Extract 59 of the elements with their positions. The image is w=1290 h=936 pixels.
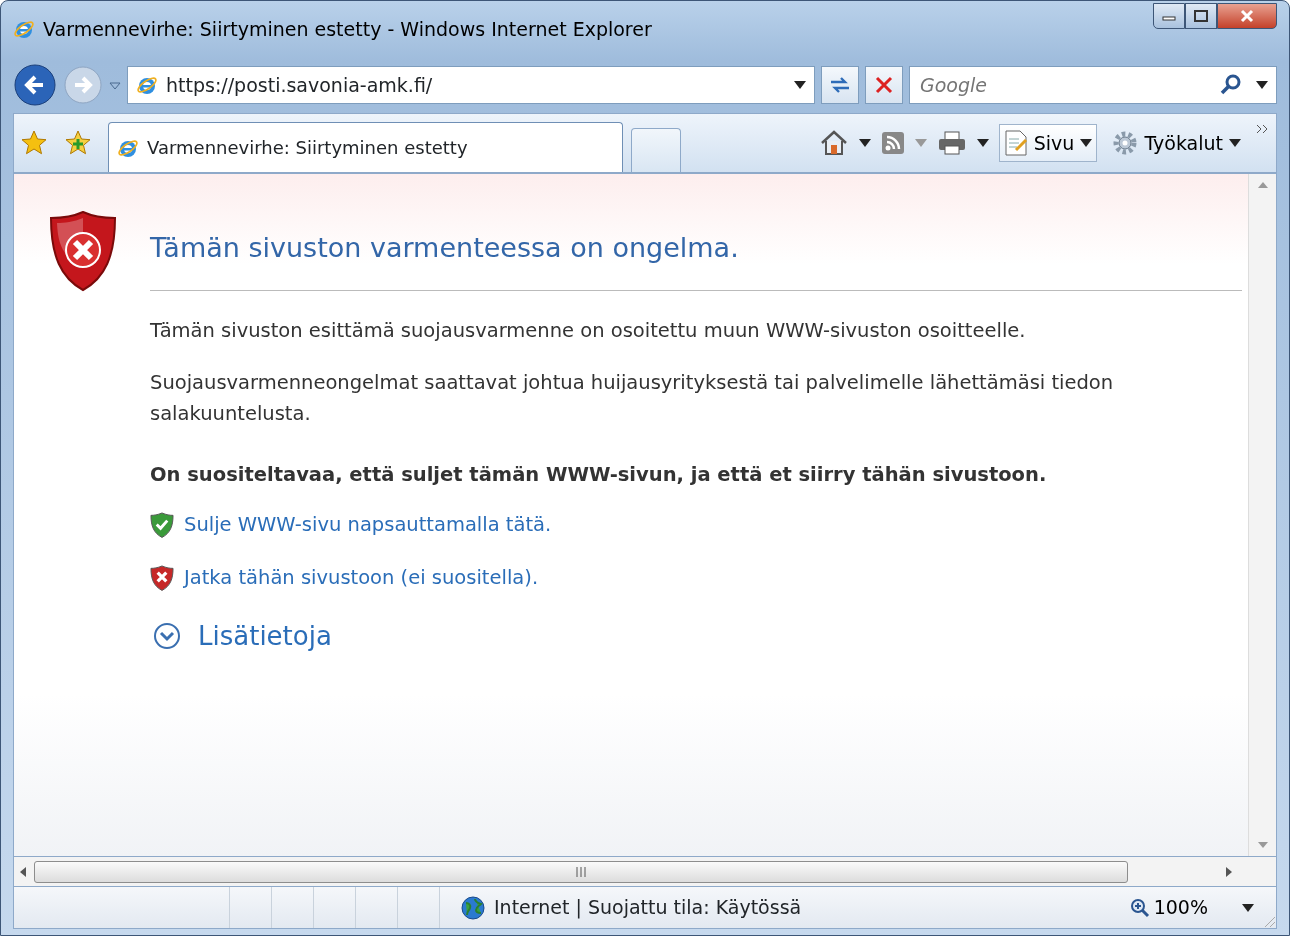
vertical-scrollbar[interactable]: [1248, 174, 1276, 856]
stop-icon: [875, 76, 893, 94]
paragraph: Suojausvarmenneongelmat saattavat johtua huijausyrityksestä tai palvelimelle lähettämäsi tiedon salakuuntelusta.: [150, 369, 1115, 427]
scroll-right-icon: [1226, 866, 1232, 877]
page-icon: [1003, 130, 1028, 156]
maximize-icon: [1194, 10, 1208, 22]
scrollbar-thumb[interactable]: [34, 860, 1128, 883]
dropdown-caret-icon[interactable]: [858, 139, 871, 147]
scroll-left-icon: [20, 866, 26, 877]
browser-logo-icon: [136, 74, 158, 96]
scroll-down-icon: [1257, 842, 1268, 848]
continue-link[interactable]: Jatka tähän sivustoon (ei suositella).: [184, 563, 539, 593]
zoom-magnifier-icon: [1129, 897, 1150, 918]
page-heading: Tämän sivuston varmenteessa on ongelma.: [150, 232, 1242, 292]
stop-button[interactable]: [865, 66, 903, 104]
shield-error-icon: [48, 210, 118, 292]
dropdown-caret-icon[interactable]: [976, 139, 989, 147]
paragraph: Tämän sivuston esittämä suojausvarmenne on osoitettu muun WWW-sivuston osoitteelle.: [150, 318, 1027, 345]
feed-icon[interactable]: [880, 131, 905, 155]
refresh-arrows-icon: [829, 75, 851, 95]
close-button[interactable]: [1217, 3, 1277, 29]
resize-grip-icon: [1262, 914, 1276, 928]
chevron-icon[interactable]: [1256, 123, 1270, 134]
window-title: Varmennevirhe: Siirtyminen estetty - Windows Internet Explorer: [43, 16, 652, 42]
address-bar[interactable]: https://posti.savonia-amk.fi/: [127, 66, 815, 104]
search-box[interactable]: Google: [909, 66, 1277, 104]
dropdown-caret-icon: [109, 81, 121, 90]
grip-icon: [575, 866, 587, 877]
search-field[interactable]: Google: [918, 69, 1220, 101]
dropdown-caret-icon[interactable]: [1256, 81, 1268, 89]
more-info-link[interactable]: Lisätietoja: [152, 616, 332, 656]
recommendation-text: On suositeltavaa, että suljet tämän WWW-sivun, ja että et siirry tähän sivustoon.: [150, 461, 1048, 488]
dropdown-caret-icon[interactable]: [1242, 903, 1254, 912]
close-icon: [1240, 9, 1254, 23]
search-icon[interactable]: [1220, 74, 1242, 96]
close-page-link[interactable]: Sulje WWW-sivu napsauttamalla tätä.: [184, 510, 552, 540]
page-menu-button[interactable]: Sivu: [998, 123, 1098, 163]
shield-cross-icon: [150, 564, 174, 592]
dropdown-caret-icon[interactable]: [794, 81, 806, 89]
favorites-star-icon[interactable]: [20, 129, 48, 157]
gear-icon: [1112, 130, 1139, 156]
zoom-level-button[interactable]: 100%: [1121, 887, 1262, 928]
tools-menu-button[interactable]: Työkalut: [1107, 123, 1246, 163]
horizontal-scrollbar[interactable]: [13, 857, 1277, 887]
security-zone-text: Internet | Suojattu tila: Käytössä: [494, 895, 802, 921]
expand-circle-icon: [152, 621, 182, 652]
maximize-button[interactable]: [1185, 3, 1217, 29]
minimize-button[interactable]: [1153, 3, 1185, 29]
dropdown-caret-icon: [1229, 139, 1241, 147]
globe-icon: [460, 894, 486, 921]
shield-check-icon: [150, 511, 174, 538]
browser-tab[interactable]: Varmennevirhe: Siirtyminen estetty: [108, 122, 623, 172]
refresh-button[interactable]: [821, 66, 859, 104]
add-favorite-icon[interactable]: [64, 129, 92, 157]
scroll-up-icon: [1257, 182, 1268, 188]
back-button[interactable]: [13, 63, 57, 107]
browser-logo-icon: [13, 18, 35, 40]
dropdown-caret-icon: [1080, 139, 1093, 147]
printer-icon[interactable]: [936, 130, 967, 156]
